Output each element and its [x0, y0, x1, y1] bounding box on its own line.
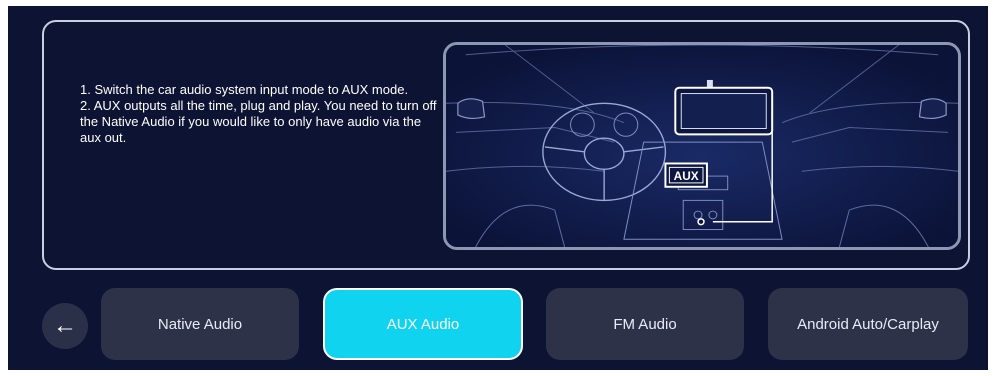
instruction-step-2: 2. AUX outputs all the time, plug and pl…	[80, 98, 437, 145]
aux-label-box: AUX	[664, 162, 708, 188]
left-arrow-icon: ←	[53, 312, 77, 339]
tab-aux-audio[interactable]: AUX Audio	[323, 288, 523, 360]
tab-android-auto-carplay-label: Android Auto/Carplay	[797, 315, 939, 333]
back-button[interactable]: ←	[42, 303, 88, 349]
tab-aux-audio-label: AUX Audio	[386, 315, 460, 333]
tab-fm-audio-label: FM Audio	[613, 315, 677, 333]
aux-label: AUX	[674, 170, 699, 183]
aux-audio-screen: 1. Switch the car audio system input mod…	[8, 6, 988, 370]
instruction-panel: 1. Switch the car audio system input mod…	[42, 20, 970, 270]
tab-native-audio-label: Native Audio	[157, 315, 243, 333]
tab-fm-audio[interactable]: FM Audio	[546, 288, 744, 360]
tab-android-auto-carplay[interactable]: Android Auto/Carplay	[768, 288, 968, 360]
instruction-step-1: 1. Switch the car audio system input mod…	[80, 82, 409, 97]
car-dashboard-drawing: AUX	[446, 45, 958, 247]
instruction-text: 1. Switch the car audio system input mod…	[80, 82, 440, 146]
tab-native-audio[interactable]: Native Audio	[101, 288, 299, 360]
car-interior-illustration: AUX	[443, 42, 961, 250]
